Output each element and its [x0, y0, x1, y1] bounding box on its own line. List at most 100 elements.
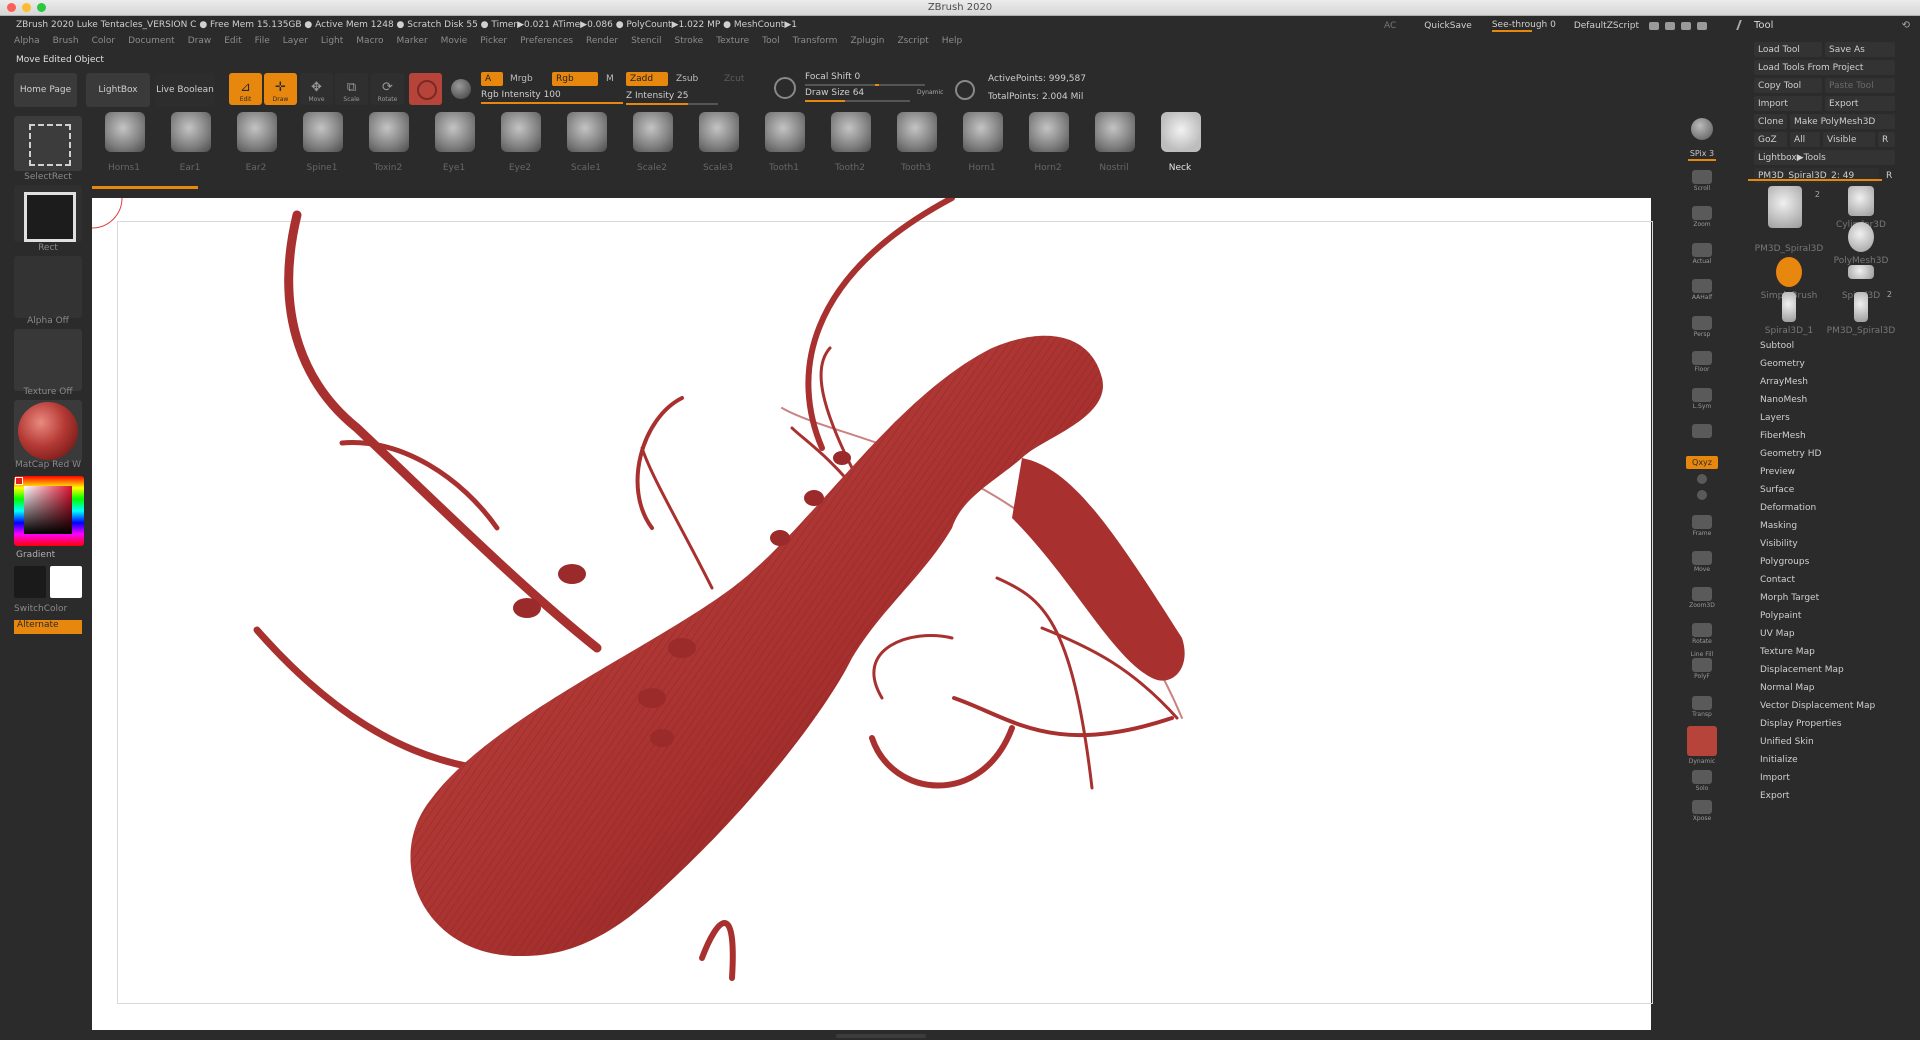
rotate-axis-z-button[interactable]: [1688, 490, 1716, 501]
document-canvas[interactable]: [92, 198, 1653, 1030]
dynamic-button[interactable]: Dynamic: [917, 89, 943, 96]
tool-subpalette-surface[interactable]: Surface: [1760, 485, 1794, 495]
slider-r-button[interactable]: R: [1882, 168, 1895, 183]
tool-subpalette-preview[interactable]: Preview: [1760, 467, 1795, 477]
bottom-tray-handle[interactable]: [836, 1034, 926, 1038]
stroke-rect-button[interactable]: [14, 185, 82, 242]
tool-subpalette-contact[interactable]: Contact: [1760, 575, 1795, 585]
menu-brush[interactable]: Brush: [53, 36, 92, 50]
insert-mesh-thumb[interactable]: Ear2: [224, 108, 288, 178]
menu-movie[interactable]: Movie: [441, 36, 481, 50]
tool-subpalette-masking[interactable]: Masking: [1760, 521, 1797, 531]
tool-subpalette-import[interactable]: Import: [1760, 773, 1790, 783]
lsym-button[interactable]: L.Sym: [1688, 388, 1716, 410]
menu-tool[interactable]: Tool: [762, 36, 792, 50]
alternate-button[interactable]: Alternate: [14, 620, 82, 634]
palette-icon[interactable]: [1680, 22, 1691, 30]
zcut-toggle[interactable]: Zcut: [720, 72, 750, 86]
dynamic-view-button[interactable]: Dynamic: [1688, 758, 1716, 765]
menu-transform[interactable]: Transform: [793, 36, 851, 50]
rgb-toggle[interactable]: Rgb: [552, 72, 598, 86]
menu-draw[interactable]: Draw: [188, 36, 225, 50]
lock-button[interactable]: [1688, 424, 1716, 439]
texture-sphere-button[interactable]: [451, 79, 471, 99]
insert-mesh-thumb[interactable]: Tooth1: [752, 108, 816, 178]
goz-button[interactable]: GoZ: [1754, 132, 1787, 147]
spix-button[interactable]: [1688, 118, 1716, 141]
material-sphere-button[interactable]: [409, 73, 442, 105]
menu-texture[interactable]: Texture: [716, 36, 762, 50]
menu-picker[interactable]: Picker: [480, 36, 520, 50]
tool-subpalette-arraymesh[interactable]: ArrayMesh: [1760, 377, 1808, 387]
insert-mesh-thumb[interactable]: Scale3: [686, 108, 750, 178]
insert-mesh-thumb[interactable]: Toxin2: [356, 108, 420, 178]
menu-file[interactable]: File: [255, 36, 283, 50]
insert-mesh-thumb[interactable]: Eye2: [488, 108, 552, 178]
insert-mesh-thumb[interactable]: Scale2: [620, 108, 684, 178]
tool-subpalette-uv-map[interactable]: UV Map: [1760, 629, 1795, 639]
tool-thumb-spiral3d-1[interactable]: Spiral3D_1: [1754, 290, 1820, 336]
menu-preferences[interactable]: Preferences: [520, 36, 586, 50]
tool-subpalette-vector-displacement-map[interactable]: Vector Displacement Map: [1760, 701, 1875, 711]
palette-toggle-icon[interactable]: ⟲: [1902, 20, 1910, 31]
paste-tool-button[interactable]: Paste Tool: [1825, 78, 1895, 93]
insert-mesh-thumb[interactable]: Tooth2: [818, 108, 882, 178]
xyz-button[interactable]: Qxyz: [1686, 456, 1718, 469]
zadd-toggle[interactable]: Zadd: [626, 72, 668, 86]
matcap-button[interactable]: [14, 400, 82, 462]
tool-subpalette-displacement-map[interactable]: Displacement Map: [1760, 665, 1844, 675]
select-rect-button[interactable]: [14, 116, 82, 171]
insert-mesh-thumb[interactable]: Horn1: [950, 108, 1014, 178]
tool-subpalette-nanomesh[interactable]: NanoMesh: [1760, 395, 1807, 405]
menu-stroke[interactable]: Stroke: [675, 36, 717, 50]
tool-subpalette-geometry-hd[interactable]: Geometry HD: [1760, 449, 1821, 459]
menu-edit[interactable]: Edit: [224, 36, 254, 50]
menu-icon[interactable]: [1664, 22, 1675, 30]
menu-color[interactable]: Color: [92, 36, 129, 50]
main-color-swatch[interactable]: [50, 566, 82, 598]
tool-subpalette-polypaint[interactable]: Polypaint: [1760, 611, 1801, 621]
menu-alpha[interactable]: Alpha: [14, 36, 53, 50]
layout-icon[interactable]: [1648, 22, 1659, 30]
mrgb-toggle[interactable]: Mrgb: [506, 72, 546, 86]
frame-button[interactable]: Frame: [1688, 515, 1716, 537]
tool-palette-header[interactable]: Tool ⟲: [1734, 18, 1920, 34]
menu-light[interactable]: Light: [321, 36, 356, 50]
scroll-button[interactable]: Scroll: [1688, 170, 1716, 192]
transp-button[interactable]: Transp: [1688, 696, 1716, 718]
insert-mesh-thumb[interactable]: Neck: [1148, 108, 1212, 178]
gradient-label[interactable]: Gradient: [16, 550, 55, 560]
tool-subpalette-deformation[interactable]: Deformation: [1760, 503, 1816, 513]
quicksave-button[interactable]: QuickSave: [1424, 21, 1472, 31]
secondary-color-swatch[interactable]: [14, 566, 46, 598]
menu-macro[interactable]: Macro: [356, 36, 396, 50]
menu-document[interactable]: Document: [128, 36, 188, 50]
tool-subpalette-normal-map[interactable]: Normal Map: [1760, 683, 1814, 693]
floor-button[interactable]: Floor: [1688, 351, 1716, 373]
color-picker[interactable]: [14, 476, 84, 546]
color-picker-square[interactable]: [24, 486, 72, 534]
line-fill-button[interactable]: Line Fill PolyF: [1688, 651, 1716, 680]
rotate-mode-button[interactable]: ⟳ Rotate: [371, 73, 404, 105]
menu-zscript[interactable]: Zscript: [897, 36, 941, 50]
rotate-axis-y-button[interactable]: [1688, 474, 1716, 485]
switch-color-button[interactable]: SwitchColor: [14, 604, 67, 614]
menu-marker[interactable]: Marker: [397, 36, 441, 50]
tool-subpalette-display-properties[interactable]: Display Properties: [1760, 719, 1842, 729]
edit-mode-button[interactable]: ⊿ Edit: [229, 73, 262, 105]
transp-toggle[interactable]: [1687, 726, 1717, 756]
see-through-slider[interactable]: See-through 0: [1491, 20, 1556, 32]
color-picker-marker[interactable]: [15, 477, 23, 485]
insert-mesh-thumb[interactable]: Tooth3: [884, 108, 948, 178]
scale-mode-button[interactable]: ⧉ Scale: [335, 73, 368, 105]
ui-icon[interactable]: [1696, 22, 1707, 30]
tool-subpalette-subtool[interactable]: Subtool: [1760, 341, 1794, 351]
persp-button[interactable]: Persp: [1688, 316, 1716, 338]
rotate-view-button[interactable]: Rotate: [1688, 623, 1716, 645]
tool-thumb-spiral3d[interactable]: Spiral3D: [1826, 255, 1892, 301]
menu-help[interactable]: Help: [942, 36, 976, 50]
aahalf-button[interactable]: AAHalf: [1688, 279, 1716, 301]
tool-subpalette-unified-skin[interactable]: Unified Skin: [1760, 737, 1814, 747]
make-polymesh-button[interactable]: Make PolyMesh3D: [1790, 114, 1895, 129]
actual-button[interactable]: Actual: [1688, 243, 1716, 265]
